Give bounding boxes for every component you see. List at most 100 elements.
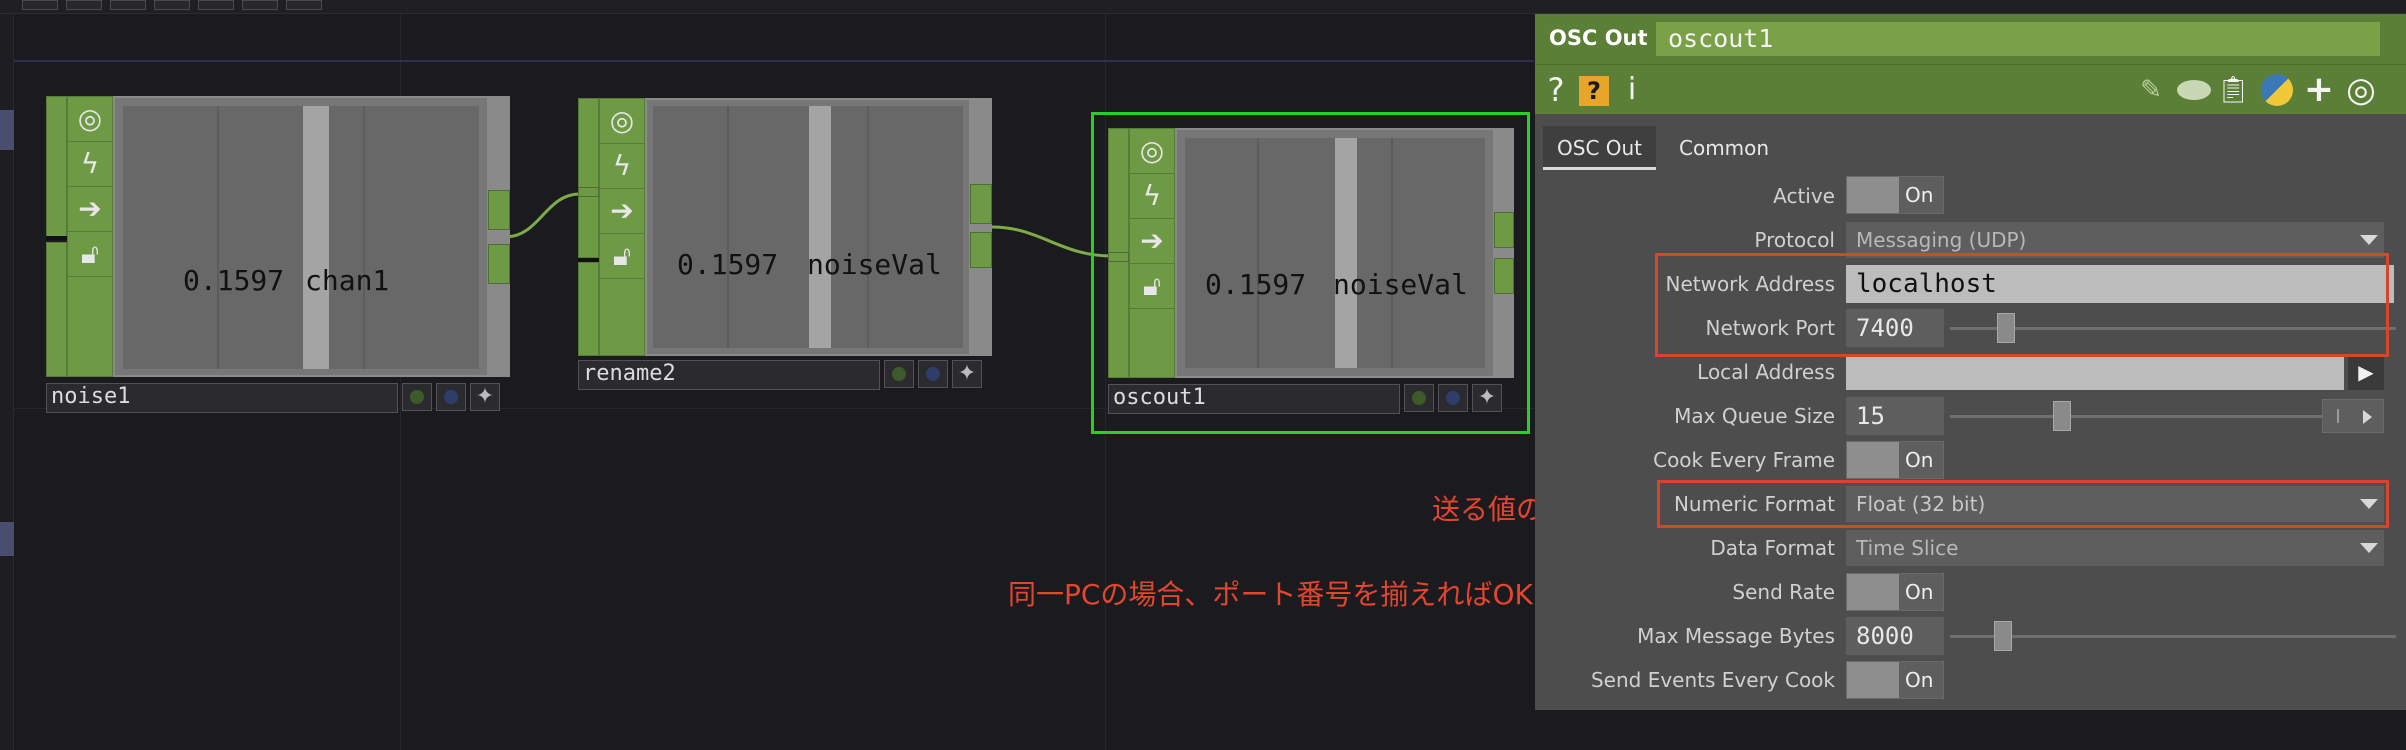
python-icon[interactable] bbox=[2261, 74, 2293, 106]
node-oscout1[interactable]: ◎ ϟ ➔ 🔓︎ 0.1597 noiseVal oscout1 ✦ bbox=[1108, 128, 1514, 420]
viewer-icon[interactable]: ◎ bbox=[68, 97, 112, 142]
channel-name: noiseVal bbox=[807, 248, 942, 281]
tab-common[interactable]: Common bbox=[1665, 126, 1783, 170]
node-noise1[interactable]: ◎ ϟ ➔ 🔓︎ 0.1597 chan1 noise1 ✦ bbox=[46, 96, 510, 418]
max-queue-size-field[interactable]: 15 bbox=[1846, 397, 1944, 435]
node-button[interactable] bbox=[1438, 384, 1468, 412]
info-icon[interactable]: i bbox=[1617, 65, 1647, 115]
queue-menu-button[interactable] bbox=[2322, 399, 2384, 433]
pin-icon[interactable]: ✦ bbox=[1472, 384, 1502, 412]
bytes-slider-knob[interactable] bbox=[1994, 621, 2012, 651]
tab-osc-out[interactable]: OSC Out bbox=[1543, 126, 1657, 170]
max-message-bytes-field[interactable]: 8000 bbox=[1846, 617, 1944, 655]
value-bar bbox=[303, 106, 329, 369]
viewer-icon[interactable]: ◎ bbox=[1130, 129, 1174, 174]
node-button[interactable] bbox=[884, 360, 914, 388]
channel-value: 0.1597 bbox=[677, 248, 779, 281]
display-icon[interactable]: ➔ bbox=[68, 187, 112, 232]
local-address-field[interactable] bbox=[1846, 354, 2344, 390]
op-name-field[interactable]: oscout1 bbox=[1656, 22, 2380, 56]
panel-header: OSC Out oscout1 bbox=[1535, 14, 2406, 64]
viewer-area: 0.1597 noiseVal bbox=[1185, 138, 1485, 368]
toggle-knob bbox=[1847, 662, 1899, 698]
output-connector[interactable] bbox=[488, 190, 510, 230]
node-button[interactable] bbox=[402, 383, 432, 411]
clipboard-icon[interactable]: 📋︎ bbox=[2215, 65, 2251, 115]
param-label: Max Queue Size bbox=[1674, 404, 1835, 428]
bytes-slider-track[interactable] bbox=[1950, 635, 2396, 638]
add-icon[interactable]: + bbox=[2301, 65, 2337, 115]
channel-name: chan1 bbox=[305, 264, 390, 297]
viewer-gridline bbox=[217, 106, 219, 369]
display-icon[interactable]: ➔ bbox=[1130, 219, 1174, 264]
dropdown-value: Time Slice bbox=[1856, 536, 1959, 560]
bypass-icon[interactable]: ϟ bbox=[68, 142, 112, 187]
viewer-area: 0.1597 chan1 bbox=[123, 106, 479, 369]
input-connector[interactable] bbox=[1108, 252, 1129, 262]
output-connector[interactable] bbox=[488, 244, 510, 284]
help-icon[interactable]: ? bbox=[1539, 65, 1573, 115]
target-icon[interactable]: ◎ bbox=[2343, 65, 2379, 115]
input-connector[interactable] bbox=[578, 187, 599, 197]
node-name[interactable]: rename2 bbox=[578, 360, 880, 390]
output-strip bbox=[488, 96, 510, 377]
channel-value: 0.1597 bbox=[183, 264, 285, 297]
lock-icon[interactable]: 🔓︎ bbox=[68, 232, 112, 277]
pin-icon[interactable]: ✦ bbox=[952, 360, 982, 388]
viewer-gridline bbox=[727, 106, 729, 348]
param-label: Protocol bbox=[1754, 228, 1835, 252]
cook-every-frame-toggle[interactable]: On bbox=[1846, 441, 1944, 479]
edit-icon[interactable]: ✎ bbox=[2133, 65, 2169, 115]
network-settings-highlight bbox=[1655, 253, 2389, 357]
chevron-right-icon bbox=[2363, 410, 2372, 424]
queue-slider-track[interactable] bbox=[1950, 415, 2330, 418]
lock-icon[interactable]: 🔓︎ bbox=[600, 234, 644, 279]
node-name[interactable]: oscout1 bbox=[1108, 384, 1400, 414]
wire-noise1-rename2 bbox=[504, 192, 581, 239]
channel-value: 0.1597 bbox=[1205, 268, 1307, 301]
output-connector[interactable] bbox=[1494, 258, 1514, 294]
node-viewer[interactable]: 0.1597 chan1 bbox=[113, 96, 489, 377]
node-rename2[interactable]: ◎ ϟ ➔ 🔓︎ 0.1597 noiseVal rename2 ✦ bbox=[578, 98, 992, 398]
node-viewer[interactable]: 0.1597 noiseVal bbox=[645, 98, 971, 356]
param-label: Active bbox=[1773, 184, 1835, 208]
node-button[interactable] bbox=[1404, 384, 1434, 412]
bypass-icon[interactable]: ϟ bbox=[1130, 174, 1174, 219]
viewer-gridline bbox=[1391, 138, 1393, 368]
node-button[interactable] bbox=[918, 360, 948, 388]
parameter-panel: OSC Out oscout1 ? ? i ✎ 📋︎ + ◎ OSC Out C… bbox=[1535, 14, 2406, 710]
data-format-dropdown[interactable]: Time Slice bbox=[1846, 530, 2384, 566]
comment-icon[interactable] bbox=[2177, 80, 2211, 100]
param-label: Local Address bbox=[1697, 360, 1835, 384]
lock-icon[interactable]: 🔓︎ bbox=[1130, 264, 1174, 309]
send-events-every-cook-toggle[interactable]: On bbox=[1846, 661, 1944, 699]
cook-dot-icon bbox=[892, 367, 906, 381]
output-connector[interactable] bbox=[970, 232, 992, 268]
pin-icon[interactable]: ✦ bbox=[470, 383, 500, 411]
panel-toolbar: ? ? i ✎ 📋︎ + ◎ bbox=[1535, 64, 2406, 114]
viewer-dot-icon bbox=[444, 390, 458, 404]
node-viewer[interactable]: 0.1597 noiseVal bbox=[1175, 128, 1495, 378]
python-help-icon[interactable]: ? bbox=[1579, 76, 1609, 106]
viewer-dot-icon bbox=[926, 367, 940, 381]
bypass-icon[interactable]: ϟ bbox=[600, 144, 644, 189]
chevron-down-icon bbox=[2360, 543, 2378, 553]
viewer-icon[interactable]: ◎ bbox=[600, 99, 644, 144]
toggle-label: On bbox=[1905, 448, 1934, 472]
port-annotation: 同一PCの場合、ポート番号を揃えればOK bbox=[1008, 578, 1533, 611]
node-name[interactable]: noise1 bbox=[46, 383, 398, 413]
param-label: Data Format bbox=[1710, 536, 1835, 560]
output-connector[interactable] bbox=[970, 184, 992, 224]
toggle-label: On bbox=[1905, 580, 1934, 604]
menu-bar-icon bbox=[2337, 409, 2339, 423]
input-connector bbox=[578, 258, 599, 262]
node-button[interactable] bbox=[436, 383, 466, 411]
queue-slider-knob[interactable] bbox=[2053, 401, 2071, 431]
display-icon[interactable]: ➔ bbox=[600, 189, 644, 234]
send-rate-toggle[interactable]: On bbox=[1846, 573, 1944, 611]
viewer-gridline bbox=[363, 106, 365, 369]
value-bar bbox=[809, 106, 831, 348]
active-toggle[interactable]: On bbox=[1846, 176, 1944, 214]
play-icon[interactable]: ▶ bbox=[2348, 354, 2384, 390]
output-connector[interactable] bbox=[1494, 212, 1514, 248]
